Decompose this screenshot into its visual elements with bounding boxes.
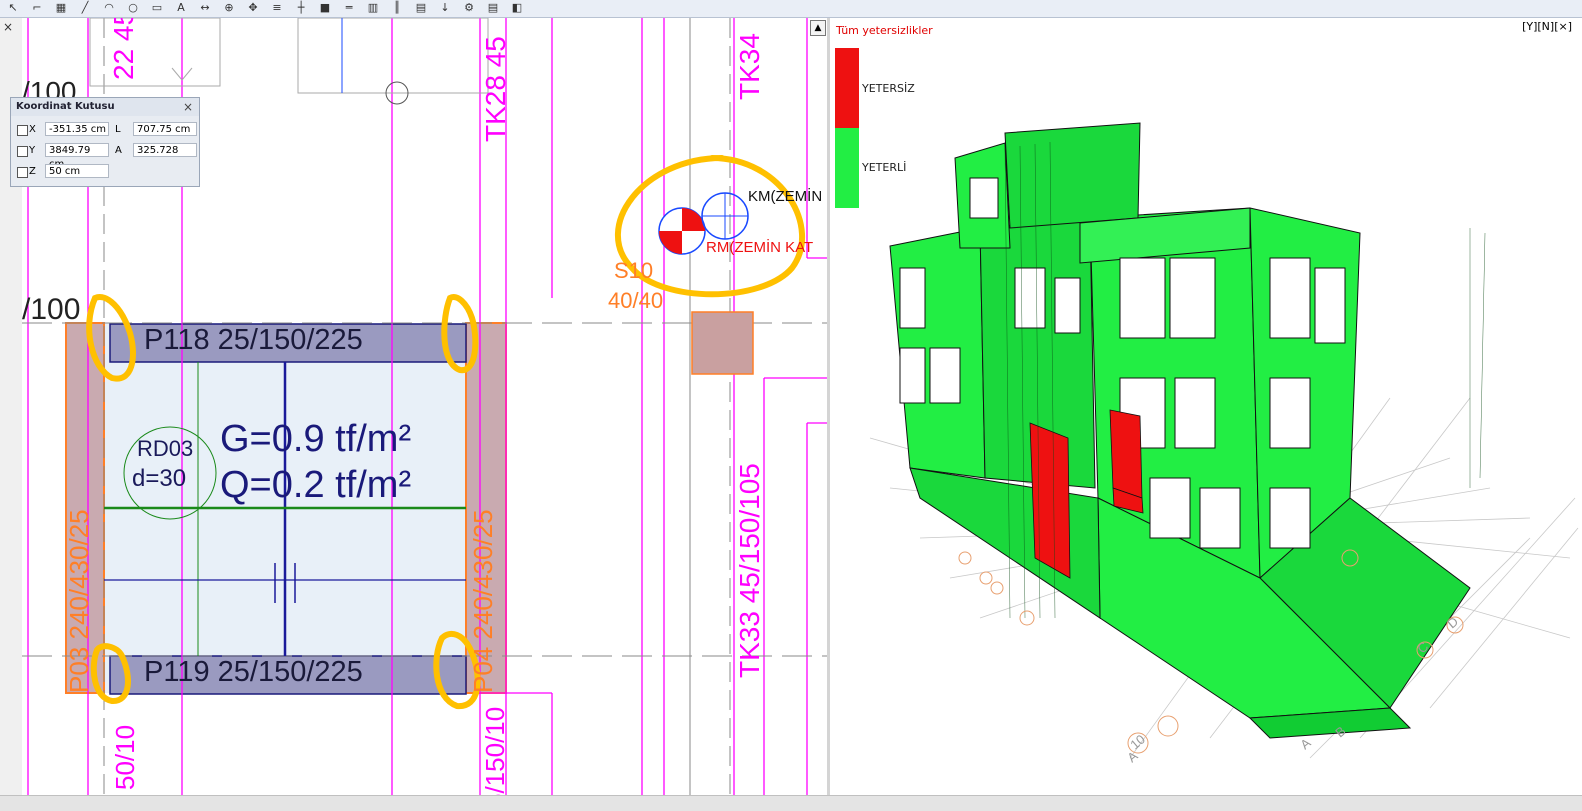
coord-row-y: Y 3849.79 cm A 325.728 — [15, 143, 199, 170]
grid-icon[interactable]: ▦ — [54, 1, 68, 15]
legend-swatch-insufficient — [835, 48, 859, 128]
column-s10[interactable] — [691, 311, 754, 375]
slab-thickness-label: d=30 — [132, 465, 187, 492]
beam-label-150-10: 5/150/10 — [480, 706, 510, 795]
legend-label-sufficient: YETERLİ — [862, 161, 907, 174]
close-icon[interactable]: × — [3, 20, 13, 34]
slab-icon[interactable]: ▥ — [366, 1, 380, 15]
rect-icon[interactable]: ▭ — [150, 1, 164, 15]
axis-icon[interactable]: ┼ — [294, 1, 308, 15]
z-field[interactable]: 50 cm — [45, 164, 109, 178]
z-lock-checkbox[interactable] — [17, 167, 28, 178]
3d-view-icon[interactable]: ◧ — [510, 1, 524, 15]
select-icon[interactable]: ↖ — [6, 1, 20, 15]
coordinate-box-panel[interactable]: Koordinat Kutusu × X -351.35 cm L 707.75… — [10, 97, 200, 187]
beam-label-100b: /100 — [22, 293, 81, 326]
a-label: A — [115, 145, 122, 156]
close-icon[interactable]: × — [183, 100, 193, 114]
x-lock-checkbox[interactable] — [17, 125, 28, 136]
coord-row-z: Z 50 cm — [15, 164, 199, 180]
rm-quadrant — [659, 231, 682, 254]
beam-label-50-10: 50/10 — [110, 724, 140, 790]
text-icon[interactable]: A — [174, 1, 188, 15]
km-label: KM(ZEMİN — [748, 188, 823, 205]
collapse-arrow-icon[interactable]: ▲ — [810, 20, 826, 36]
snap-icon[interactable]: ⌐ — [30, 1, 44, 15]
line-icon[interactable]: ╱ — [78, 1, 92, 15]
layer-icon[interactable]: ≡ — [270, 1, 284, 15]
beam-icon[interactable]: ═ — [342, 1, 356, 15]
slab-id-label: RD03 — [137, 436, 194, 461]
analysis-icon[interactable]: ⚙ — [462, 1, 476, 15]
l-field[interactable]: 707.75 cm — [133, 122, 197, 136]
coordinate-box-title: Koordinat Kutusu — [11, 98, 199, 116]
foundation-icon[interactable]: ▤ — [414, 1, 428, 15]
x-field[interactable]: -351.35 cm — [45, 122, 109, 136]
wall-label-p04: P04 240/430/25 — [468, 509, 498, 693]
beam-label-p119: P119 25/150/225 — [144, 656, 363, 688]
y-field[interactable]: 3849.79 cm — [45, 143, 109, 170]
pan-icon[interactable]: ✥ — [246, 1, 260, 15]
axis-label-a2: A — [1297, 735, 1314, 752]
3d-model-view[interactable]: A A B C D 10 Tüm yetersizlikler YETERSİZ… — [830, 18, 1582, 795]
wall-label-p03: P03 240/430/25 — [64, 509, 94, 693]
column-label-s10: S10 — [614, 258, 654, 283]
column-icon[interactable]: ■ — [318, 1, 332, 15]
bottom-scrollbar[interactable] — [0, 795, 1582, 811]
3d-model-drawing: A A B C D 10 — [869, 122, 1579, 765]
legend-title: Tüm yetersizlikler — [836, 24, 933, 37]
wall-icon[interactable]: ║ — [390, 1, 404, 15]
y-lock-checkbox[interactable] — [17, 146, 28, 157]
live-load-label: Q=0.2 tf/m² — [220, 464, 412, 506]
circle-icon[interactable]: ○ — [126, 1, 140, 15]
coord-row-x: X -351.35 cm L 707.75 cm — [15, 122, 199, 138]
a-field[interactable]: 325.728 — [133, 143, 197, 157]
l-label: L — [115, 124, 121, 135]
dead-load-label: G=0.9 tf/m² — [220, 418, 412, 460]
arc-icon[interactable]: ◠ — [102, 1, 116, 15]
report-icon[interactable]: ▤ — [486, 1, 500, 15]
dimension-icon[interactable]: ↔ — [198, 1, 212, 15]
z-label: Z — [29, 166, 36, 177]
legend-label-insufficient: YETERSİZ — [862, 82, 915, 95]
beam-label-22-45: 22 45 — [108, 18, 139, 80]
load-icon[interactable]: ↓ — [438, 1, 452, 15]
y-label: Y — [29, 145, 36, 156]
beam-label-tk33: TK33 45/150/105 — [734, 463, 765, 678]
legend-swatch-sufficient — [835, 128, 859, 208]
zoom-icon[interactable]: ⊕ — [222, 1, 236, 15]
beam-label-p118: P118 25/150/225 — [144, 324, 363, 356]
beam-label-tk28: TK28 45 — [480, 36, 511, 142]
beam-label-tk34: TK34 — [734, 33, 765, 100]
view-corner-buttons[interactable]: [Y][N][×] — [1522, 20, 1572, 33]
main-toolbar: ↖ ⌐ ▦ ╱ ◠ ○ ▭ A ↔ ⊕ ✥ ≡ ┼ ■ ═ ▥ ║ ▤ ↓ ⚙ ▤ ◧ — [0, 0, 1582, 18]
x-label: X — [29, 124, 36, 135]
upper-details — [89, 18, 489, 105]
column-dim-s10: 40/40 — [608, 288, 664, 313]
rm-label: RM(ZEMİN KAT — [706, 239, 814, 256]
